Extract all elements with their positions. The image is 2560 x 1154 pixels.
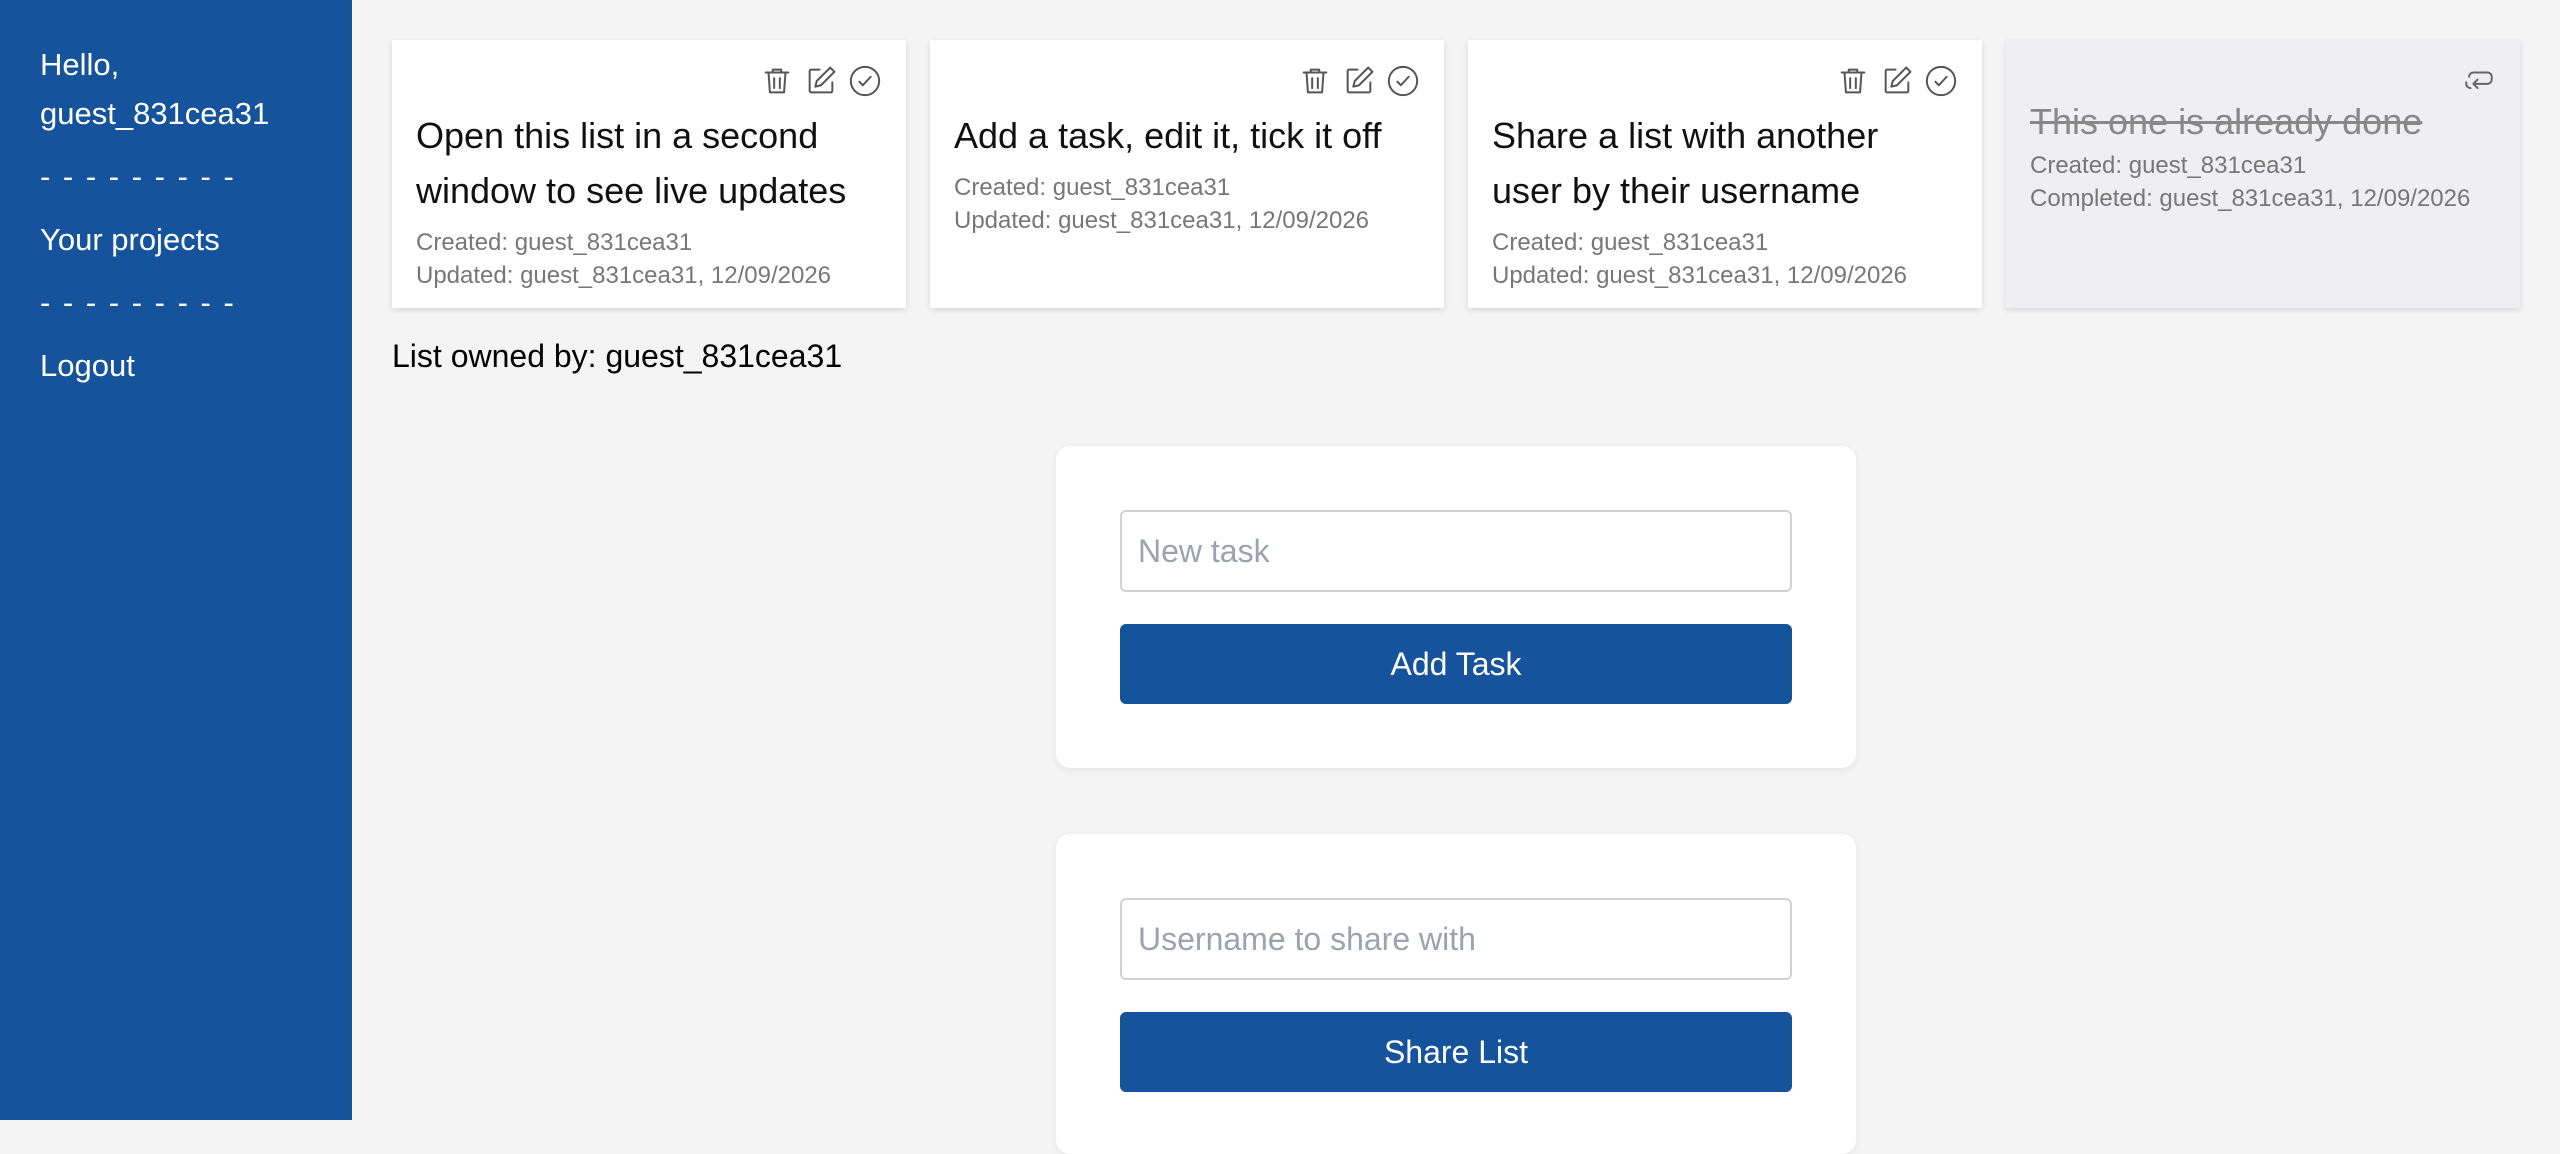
share-list-button[interactable]: Share List: [1120, 1012, 1792, 1092]
check-circle-icon[interactable]: [848, 64, 882, 98]
greeting-text: Hello,: [40, 40, 312, 89]
task-updated: Updated: guest_831cea31, 12/09/2026: [1492, 259, 1958, 292]
share-username-input[interactable]: [1120, 898, 1792, 980]
sidebar-separator: - - - - - - - - -: [40, 278, 312, 327]
task-card: Share a list with another user by their …: [1468, 40, 1982, 308]
task-card-completed: This one is already done Created: guest_…: [2006, 40, 2520, 308]
your-projects-link[interactable]: Your projects: [40, 215, 312, 264]
task-updated: Updated: guest_831cea31, 12/09/2026: [954, 204, 1420, 237]
task-completed: Completed: guest_831cea31, 12/09/2026: [2030, 182, 2496, 215]
share-list-form: Share List: [1056, 834, 1856, 1154]
task-updated: Updated: guest_831cea31, 12/09/2026: [416, 259, 882, 292]
task-created: Created: guest_831cea31: [2030, 149, 2496, 182]
task-title[interactable]: Open this list in a second window to see…: [416, 108, 882, 218]
task-actions: [1298, 64, 1420, 98]
task-card: Add a task, edit it, tick it off Created…: [930, 40, 1444, 308]
logout-link[interactable]: Logout: [40, 341, 312, 390]
username-text: guest_831cea31: [40, 89, 312, 138]
task-created: Created: guest_831cea31: [954, 171, 1420, 204]
undo-arrow-icon[interactable]: [2462, 64, 2496, 98]
task-created: Created: guest_831cea31: [416, 226, 882, 259]
task-title[interactable]: Add a task, edit it, tick it off: [954, 108, 1420, 163]
sidebar-separator: - - - - - - - - -: [40, 152, 312, 201]
task-created: Created: guest_831cea31: [1492, 226, 1958, 259]
trash-icon[interactable]: [1836, 64, 1870, 98]
add-task-button[interactable]: Add Task: [1120, 624, 1792, 704]
check-circle-icon[interactable]: [1924, 64, 1958, 98]
task-card: Open this list in a second window to see…: [392, 40, 906, 308]
pencil-icon[interactable]: [804, 64, 838, 98]
add-task-form: Add Task: [1056, 446, 1856, 768]
check-circle-icon[interactable]: [1386, 64, 1420, 98]
task-actions: [760, 64, 882, 98]
list-owner-text: List owned by: guest_831cea31: [392, 336, 842, 376]
sidebar: Hello, guest_831cea31 - - - - - - - - - …: [0, 0, 352, 1120]
task-actions: [2462, 64, 2496, 98]
task-title[interactable]: This one is already done: [2030, 94, 2496, 149]
new-task-input[interactable]: [1120, 510, 1792, 592]
task-title[interactable]: Share a list with another user by their …: [1492, 108, 1958, 218]
trash-icon[interactable]: [1298, 64, 1332, 98]
task-actions: [1836, 64, 1958, 98]
main-content: Open this list in a second window to see…: [352, 0, 2560, 1120]
trash-icon[interactable]: [760, 64, 794, 98]
pencil-icon[interactable]: [1342, 64, 1376, 98]
pencil-icon[interactable]: [1880, 64, 1914, 98]
